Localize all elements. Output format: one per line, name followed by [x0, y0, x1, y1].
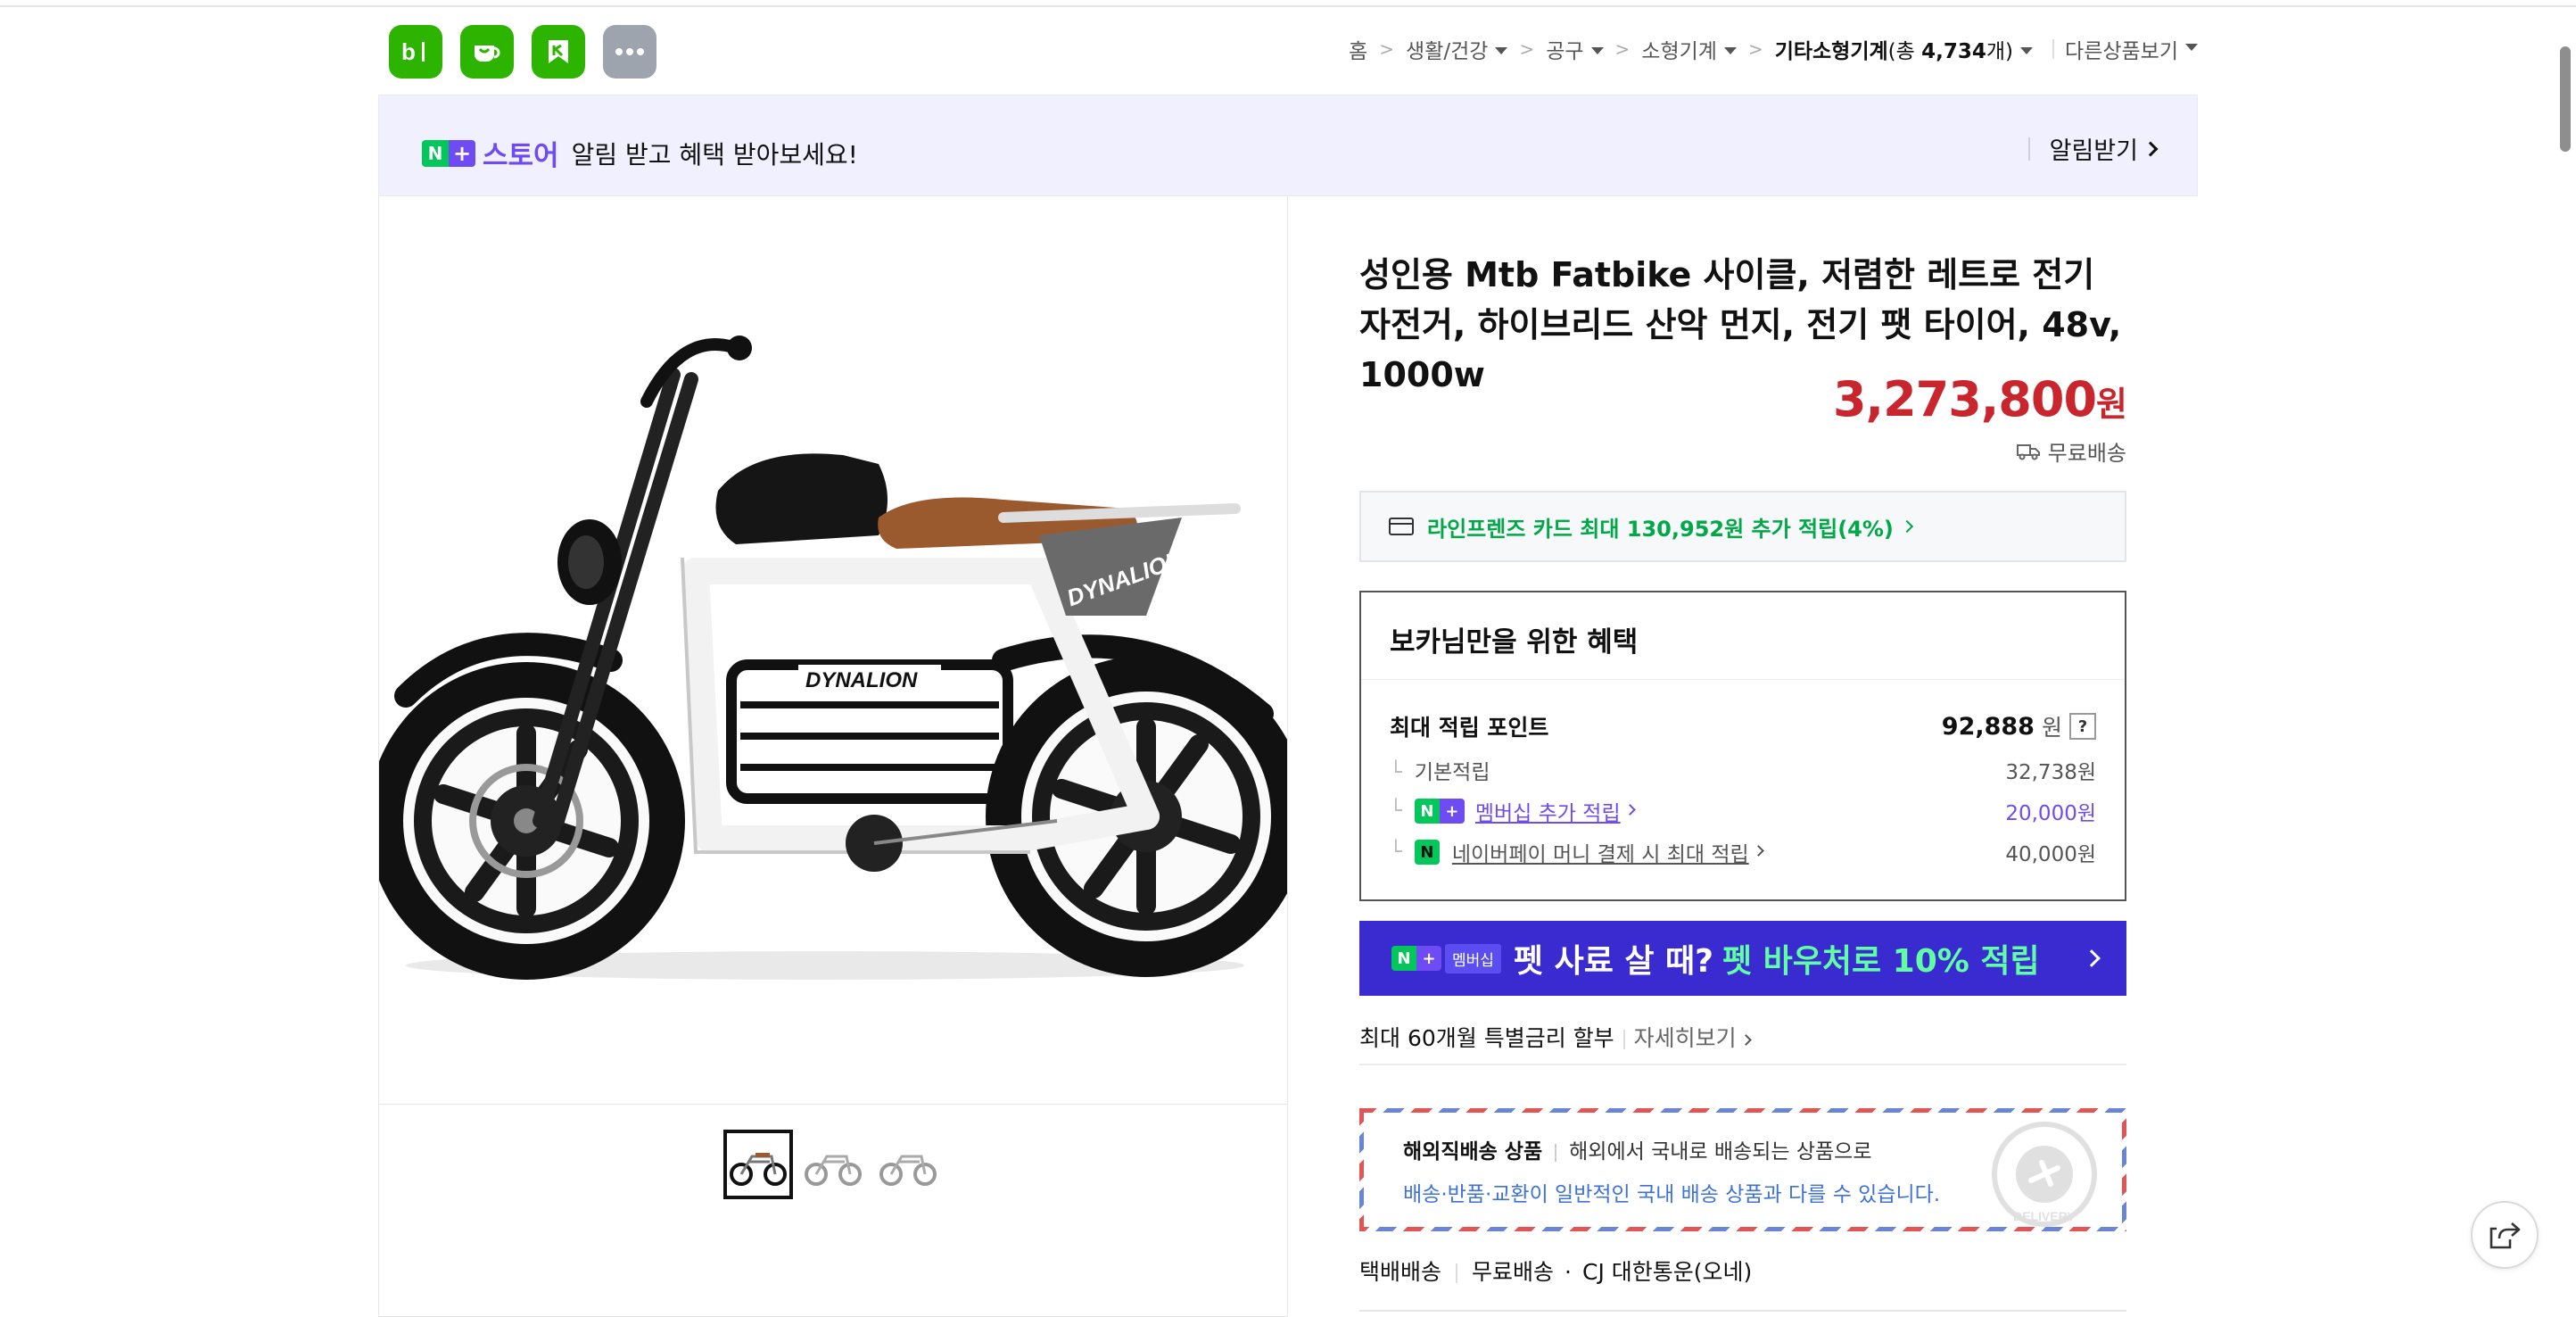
blog-icon[interactable]: b — [389, 25, 442, 79]
other-products-link[interactable]: 다른상품보기 — [2065, 34, 2198, 64]
notify-banner: N + 스토어 알림 받고 혜택 받아보세요! 알림받기 — [378, 95, 2198, 196]
page-scrollbar[interactable] — [2560, 46, 2571, 152]
breadcrumb-item-health[interactable]: 생활/건강 — [1406, 34, 1508, 64]
chevron-right-icon — [1752, 844, 1764, 857]
breadcrumb-current[interactable]: 기타소형기계(총 4,734개) — [1775, 34, 2034, 64]
pet-voucher-banner[interactable]: N + 멤버십 펫 사료 살 때? 펫 바우처로 10% 적립 — [1359, 921, 2126, 996]
caret-down-icon — [2185, 44, 2198, 51]
product-image-panel: DYNALION DYNALION — [367, 196, 1307, 1317]
more-apps-icon[interactable] — [603, 25, 656, 79]
overseas-desc: 해외에서 국내로 배송되는 상품으로 — [1569, 1140, 1872, 1164]
caret-down-icon — [2020, 46, 2034, 54]
share-icon — [2489, 1222, 2521, 1249]
thumbnail-1[interactable] — [723, 1130, 793, 1199]
naver-pay-icon: N — [1414, 840, 1440, 865]
overseas-shipping-notice: 해외직배송 상품 해외에서 국내로 배송되는 상품으로 배송·반품·교환이 일반적… — [1359, 1108, 2126, 1231]
plus-badge: + — [449, 139, 475, 167]
airplane-stamp-icon: DELIVERY — [1992, 1122, 2097, 1227]
pet-banner-offer: 펫 바우처로 10% 적립 — [1722, 943, 2040, 980]
caret-down-icon — [1590, 46, 1604, 54]
overseas-title: 해외직배송 상품 — [1403, 1140, 1543, 1164]
naver-n-badge: N — [422, 139, 449, 167]
breadcrumb: 홈 > 생활/건강 > 공구 > 소형기계 > 기타소형기계(총 4,734개)… — [1349, 34, 2198, 64]
breadcrumb-separator: > — [1379, 38, 1395, 60]
product-main-image[interactable]: DYNALION DYNALION — [367, 196, 1307, 1105]
npay-points-row: └ N 네이버페이 머니 결제 시 최대 적립 40,000원 — [1390, 837, 2096, 867]
svg-text:DELIVERY: DELIVERY — [2013, 1209, 2076, 1223]
credit-card-icon — [1389, 518, 1414, 535]
store-label: 스토어 — [483, 140, 559, 172]
delivery-info: 택배배송 무료배송 · CJ 대한통운(오네) — [1359, 1259, 1753, 1285]
truck-icon — [2016, 443, 2040, 460]
subscribe-alarm-label: 알림받기 — [2049, 137, 2138, 165]
delivery-method: 택배배송 — [1359, 1259, 1442, 1285]
max-points-row: 최대 적립 포인트 92,888 원? — [1390, 710, 2096, 742]
caret-down-icon — [1723, 46, 1737, 54]
delivery-carrier: CJ 대한통운(오네) — [1581, 1259, 1753, 1285]
bookmark-icon[interactable] — [532, 25, 585, 79]
naver-plus-icon: N + — [1391, 946, 1441, 971]
thumbnail-2[interactable] — [798, 1130, 868, 1199]
divider — [1359, 1310, 2126, 1312]
breadcrumb-item-tools[interactable]: 공구 — [1546, 34, 1604, 64]
product-price: 3,273,800원 — [1832, 371, 2127, 427]
subscribe-alarm-button[interactable]: 알림받기 — [2027, 131, 2159, 166]
share-button[interactable] — [2471, 1201, 2539, 1269]
front-wheel — [367, 662, 685, 980]
app-shortcuts: b — [389, 25, 656, 79]
naver-plus-icon: N + — [1414, 799, 1465, 824]
breadcrumb-home[interactable]: 홈 — [1349, 34, 1367, 64]
free-shipping: 무료배송 — [2016, 435, 2126, 467]
overseas-note: 배송·반품·교환이 일반적인 국내 배송 상품과 다를 수 있습니다. — [1403, 1183, 1941, 1206]
help-icon[interactable]: ? — [2069, 713, 2096, 740]
breadcrumb-item-machines[interactable]: 소형기계 — [1641, 34, 1737, 64]
chevron-right-icon — [1739, 1034, 1752, 1046]
chevron-right-icon — [2083, 949, 2101, 967]
chevron-right-icon — [2143, 141, 2159, 156]
installment-details-link[interactable]: 자세히보기 — [1634, 1025, 1737, 1051]
thumbnail-strip — [723, 1130, 943, 1199]
card-promo-link[interactable]: 라인프렌즈 카드 최대 130,952원 추가 적립(4%) — [1359, 491, 2126, 562]
cafe-icon[interactable] — [460, 25, 514, 79]
membership-extra-link[interactable]: 멤버십 추가 적립 — [1475, 796, 1621, 826]
card-promo-text: 라인프렌즈 카드 최대 130,952원 추가 적립(4%) — [1427, 516, 1894, 542]
membership-points-row: └ N + 멤버십 추가 적립 20,000원 — [1390, 796, 2096, 826]
benefits-heading: 보카님만을 위한 혜택 — [1361, 592, 2125, 680]
member-benefits-box: 보카님만을 위한 혜택 최대 적립 포인트 92,888 원? └ 기본적립 32,… — [1359, 591, 2126, 901]
banner-message: 알림 받고 혜택 받아보세요! — [571, 139, 858, 170]
delivery-fee: 무료배송 — [1472, 1259, 1555, 1285]
chevron-right-icon — [1623, 803, 1636, 816]
caret-down-icon — [1495, 46, 1508, 54]
npay-points-link[interactable]: 네이버페이 머니 결제 시 최대 적립 — [1452, 837, 1749, 867]
svg-text:b: b — [401, 38, 416, 65]
basic-points-row: └ 기본적립 32,738원 — [1390, 761, 2096, 784]
installment-row: 최대 60개월 특별금리 할부 자세히보기 — [1359, 1021, 2126, 1065]
pet-banner-question: 펫 사료 살 때? — [1513, 943, 1714, 980]
brand-decal-basket: DYNALION — [805, 668, 918, 692]
naver-plus-store-logo: N + 스토어 알림 받고 혜택 받아보세요! — [422, 133, 858, 173]
chevron-right-icon — [1900, 519, 1913, 534]
thumbnail-3[interactable] — [873, 1130, 943, 1199]
top-divider — [0, 0, 2576, 7]
membership-badge: 멤버십 — [1445, 943, 1501, 973]
